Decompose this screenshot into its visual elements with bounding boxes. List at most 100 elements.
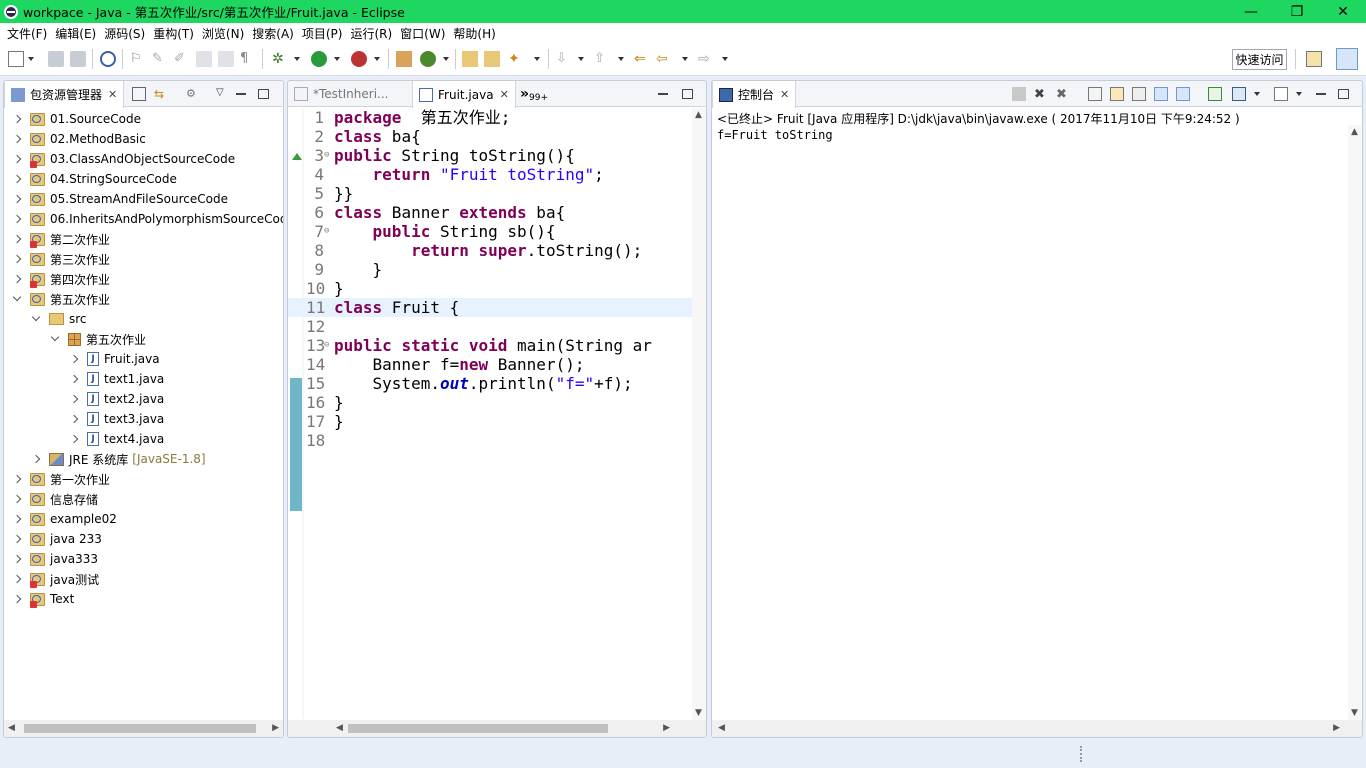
code-line[interactable]: 18 [288, 431, 696, 450]
minimize-view-icon[interactable] [658, 87, 672, 101]
save-icon[interactable] [48, 51, 64, 67]
scroll-thumb[interactable] [24, 724, 256, 733]
chevron-right-icon[interactable] [12, 494, 22, 504]
tree-item[interactable]: Jtext4.java [69, 429, 164, 449]
chevron-down-icon[interactable] [12, 294, 22, 304]
tree-item[interactable]: J Fruit.java [69, 349, 160, 369]
scroll-left-icon[interactable]: ◀ [336, 723, 343, 733]
tree-item[interactable]: 04.StringSourceCode [12, 169, 177, 189]
close-icon[interactable]: ✕ [500, 88, 509, 101]
chevron-right-icon[interactable] [31, 454, 41, 464]
minimize-button[interactable]: — [1228, 0, 1274, 23]
code-line[interactable]: 11 class Fruit { [288, 298, 696, 317]
chevron-right-icon[interactable] [12, 574, 22, 584]
maximize-view-icon[interactable] [682, 89, 693, 99]
terminate-icon[interactable] [1012, 87, 1026, 101]
code-line[interactable]: 3 ⊖ public String toString(){ [288, 146, 696, 165]
debug-dropdown-icon[interactable] [294, 57, 300, 61]
tree-item[interactable]: 第二次作业 [12, 229, 110, 249]
pin-console-icon[interactable] [1208, 87, 1222, 101]
tree-item[interactable]: 01.SourceCode [12, 109, 141, 129]
back-icon[interactable]: ⇦ [656, 51, 672, 67]
scroll-up-icon[interactable]: ▲ [695, 110, 702, 120]
chevron-right-icon[interactable] [12, 174, 22, 184]
skip-breakpoints-icon[interactable] [100, 51, 116, 67]
more-tabs-button[interactable]: » 99+ [514, 81, 554, 107]
scroll-left-icon[interactable]: ◀ [718, 723, 725, 733]
scroll-down-icon[interactable]: ▼ [1351, 708, 1358, 718]
new-package-icon[interactable] [396, 51, 412, 67]
chevron-right-icon[interactable] [69, 354, 79, 364]
chevron-right-icon[interactable] [12, 134, 22, 144]
menu-help[interactable]: 帮助(H) [449, 25, 499, 42]
quick-access-field[interactable]: 快速访问 [1232, 49, 1287, 70]
chevron-down-icon[interactable] [50, 334, 60, 344]
tab-console[interactable]: 控制台 ✕ [712, 81, 797, 108]
format-icon[interactable]: ✐ [174, 51, 190, 67]
open-task-icon[interactable] [484, 51, 500, 67]
code-line[interactable]: 12 [288, 317, 696, 336]
chevron-right-icon[interactable] [12, 234, 22, 244]
maximize-view-icon[interactable] [1338, 89, 1349, 99]
editor-horizontal-scrollbar[interactable]: ◀ ▶ [288, 720, 706, 737]
chevron-right-icon[interactable] [69, 394, 79, 404]
code-line[interactable]: 13 ⊖ public static void main(String ar [288, 336, 696, 355]
new-class-dropdown-icon[interactable] [443, 57, 449, 61]
collapse-all-icon[interactable] [132, 87, 146, 101]
pin-icon[interactable]: ⚐ [130, 51, 146, 67]
chevron-right-icon[interactable] [12, 274, 22, 284]
code-line[interactable]: 5}} [288, 184, 696, 203]
tree-item[interactable]: src [31, 309, 87, 329]
java-perspective-icon[interactable] [1336, 48, 1358, 70]
annotation-icon[interactable]: ✎ [152, 51, 168, 67]
tree-item[interactable]: 第一次作业 [12, 469, 110, 489]
scroll-up-icon[interactable]: ▲ [1351, 127, 1358, 137]
remove-launch-icon[interactable]: ✖ [1034, 87, 1048, 102]
chevron-right-icon[interactable] [12, 534, 22, 544]
tree-item[interactable]: java 233 [12, 529, 102, 549]
tree-item[interactable]: 第四次作业 [12, 269, 110, 289]
next-annotation-icon[interactable]: ⇩ [556, 51, 572, 67]
forward-dropdown-icon[interactable] [722, 57, 728, 61]
console-output[interactable]: f=Fruit toString [717, 128, 833, 142]
tree-item[interactable]: java333 [12, 549, 98, 569]
menu-run[interactable]: 运行(R) [346, 25, 396, 42]
open-perspective-icon[interactable] [1306, 51, 1322, 67]
tab-package-explorer[interactable]: 包资源管理器 ✕ [4, 81, 125, 108]
scroll-thumb[interactable] [348, 724, 608, 733]
menu-edit[interactable]: 编辑(E) [51, 25, 100, 42]
tree-item[interactable]: JRE 系统库 [JavaSE-1.8] [31, 449, 206, 469]
code-editor[interactable]: 1 package 第五次作业; 2 class ba{3 ⊖ public String… [288, 108, 696, 719]
last-edit-icon[interactable]: ⇐ [634, 51, 650, 67]
status-bar-grip[interactable] [1080, 746, 1084, 762]
menu-file[interactable]: 文件(F) [3, 25, 51, 42]
search-dropdown-icon[interactable] [534, 57, 540, 61]
word-wrap-icon[interactable] [1132, 87, 1146, 101]
tree-item[interactable]: 第五次作业 [50, 329, 146, 349]
code-line[interactable]: 1 package 第五次作业; [288, 108, 696, 127]
view-menu-icon[interactable]: ▽ [216, 87, 230, 101]
menu-search[interactable]: 搜索(A) [248, 25, 298, 42]
maximize-view-icon[interactable] [258, 89, 269, 99]
console-vertical-scrollbar[interactable]: ▲ ▼ [1348, 125, 1362, 720]
code-line[interactable]: 9 } [288, 260, 696, 279]
close-icon[interactable]: ✕ [780, 88, 789, 101]
fold-icon[interactable]: ⊖ [324, 336, 329, 355]
chevron-right-icon[interactable] [12, 254, 22, 264]
menu-project[interactable]: 项目(P) [298, 25, 347, 42]
code-line[interactable]: 6 class Banner extends ba{ [288, 203, 696, 222]
coverage-dropdown-icon[interactable] [374, 57, 380, 61]
tab-fruit-java[interactable]: Fruit.java ✕ [412, 81, 516, 108]
chevron-right-icon[interactable] [69, 434, 79, 444]
chevron-right-icon[interactable] [12, 194, 22, 204]
menu-refactor[interactable]: 重构(T) [149, 25, 198, 42]
chevron-right-icon[interactable] [12, 214, 22, 224]
remove-all-launches-icon[interactable]: ✖ [1056, 87, 1070, 102]
code-line[interactable]: 10} [288, 279, 696, 298]
tree-item[interactable]: Jtext2.java [69, 389, 164, 409]
tree-item[interactable]: 第五次作业 [12, 289, 110, 309]
scroll-lock-icon[interactable] [1110, 87, 1124, 101]
maximize-button[interactable]: ❐ [1274, 0, 1320, 23]
tree-item[interactable]: 02.MethodBasic [12, 129, 146, 149]
close-icon[interactable]: ✕ [108, 88, 117, 101]
